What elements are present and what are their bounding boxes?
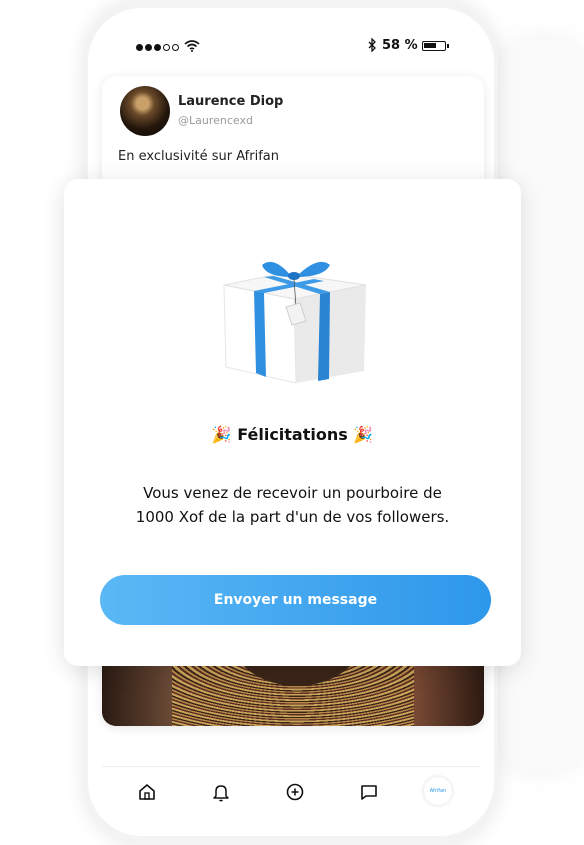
post-text: En exclusivité sur Afrifan xyxy=(118,149,279,164)
signal-strength-icon xyxy=(136,44,179,51)
author-avatar[interactable] xyxy=(120,86,170,136)
home-icon[interactable] xyxy=(136,781,158,803)
wifi-icon xyxy=(184,40,200,52)
message-icon[interactable] xyxy=(358,781,380,803)
send-message-button[interactable]: Envoyer un message xyxy=(100,575,491,625)
bluetooth-icon xyxy=(368,38,376,52)
plus-circle-icon[interactable] xyxy=(284,781,306,803)
tip-received-modal: 🎉 Félicitations 🎉 Vous venez de recevoir… xyxy=(64,179,521,666)
modal-title: 🎉 Félicitations 🎉 xyxy=(211,425,374,444)
gift-box-icon xyxy=(223,261,367,384)
bell-icon[interactable] xyxy=(210,781,232,803)
modal-message: Vous venez de recevoir un pourboire de 1… xyxy=(135,484,450,526)
author-handle: @Laurencexd xyxy=(178,114,253,127)
battery-icon xyxy=(422,41,446,51)
status-bar: 58 % xyxy=(136,38,454,56)
profile-avatar[interactable]: Afrifan xyxy=(424,777,452,805)
bottom-nav: Afrifan xyxy=(102,766,480,811)
battery-percentage: 58 % xyxy=(382,38,418,53)
author-name[interactable]: Laurence Diop xyxy=(178,94,283,109)
